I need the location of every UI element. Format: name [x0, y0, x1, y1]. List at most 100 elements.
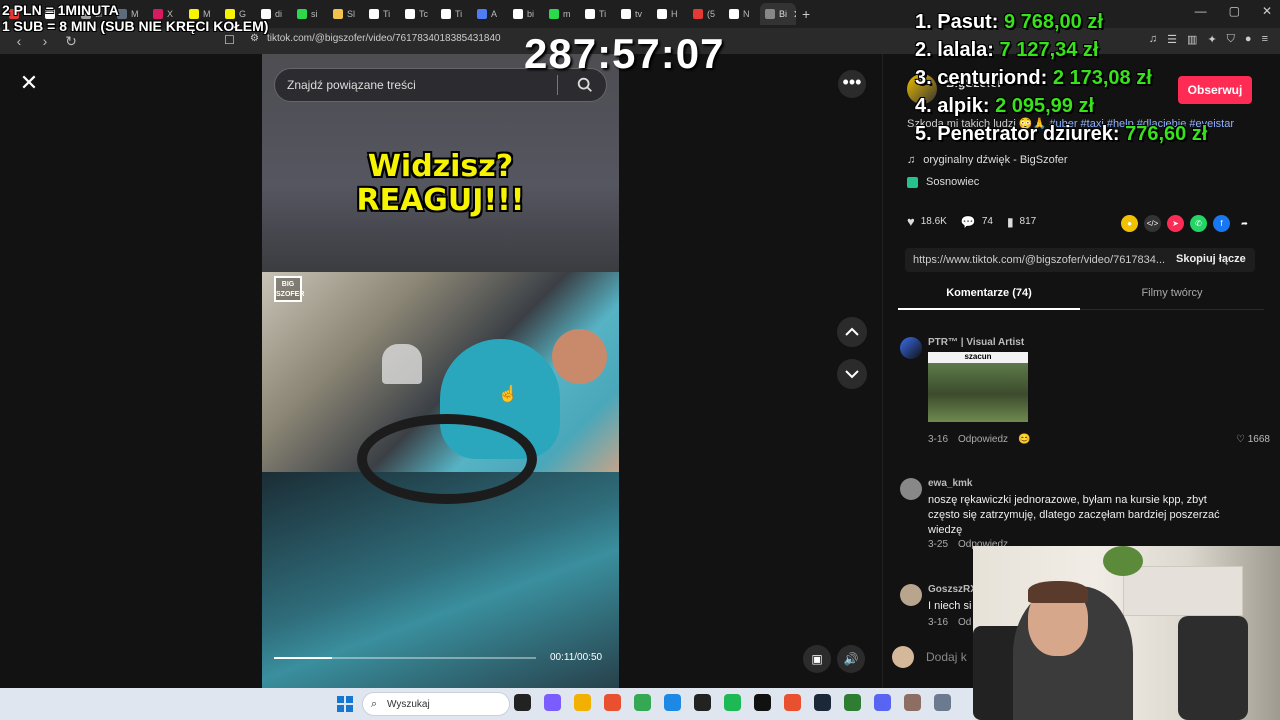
donation-leaderboard: 1. Pasut: 9 768,00 zł 2. lalala: 7 127,34…: [915, 8, 1207, 148]
maximize-icon[interactable]: ▢: [1229, 4, 1240, 18]
browser-tab[interactable]: m: [544, 3, 580, 25]
browser-tab[interactable]: Ti: [436, 3, 472, 25]
browser-tab[interactable]: si: [292, 3, 328, 25]
browser-tab[interactable]: N: [724, 3, 760, 25]
reload-icon[interactable]: ↻: [64, 33, 78, 50]
windows-start-icon[interactable]: [337, 696, 353, 712]
video-player[interactable]: Znajdź powiązane treści Widzisz? REAGUJ!…: [262, 54, 619, 688]
commenter-avatar[interactable]: [900, 478, 922, 500]
close-video-icon[interactable]: ✕: [16, 70, 42, 96]
browser-tab[interactable]: bi: [508, 3, 544, 25]
reply-link[interactable]: Odpowiedz: [958, 434, 1008, 445]
shield-icon[interactable]: ⛉: [1227, 33, 1235, 46]
taskbar-search[interactable]: ⌕ Wyszukaj: [362, 692, 510, 716]
taskbar-app-icon[interactable]: [874, 694, 891, 711]
commenter-name[interactable]: GoszszRX: [928, 584, 977, 595]
browser-tab[interactable]: tv: [616, 3, 652, 25]
car-seat: [382, 344, 422, 384]
video-link: https://www.tiktok.com/@bigszofer/video/…: [913, 254, 1166, 266]
like-button[interactable]: ♥ 18.6K: [907, 214, 947, 229]
browser-tab[interactable]: H: [652, 3, 688, 25]
previous-video-button[interactable]: [837, 317, 867, 347]
save-button[interactable]: ▮ 817: [1007, 215, 1036, 229]
volume-button[interactable]: 🔊: [837, 645, 865, 673]
search-icon[interactable]: [576, 76, 594, 94]
taskbar-app-icon[interactable]: [844, 694, 861, 711]
commenter-name[interactable]: PTR™ | Visual Artist: [928, 337, 1024, 348]
taskbar-app-icon[interactable]: [934, 694, 951, 711]
extension-icon[interactable]: ✦: [1207, 33, 1216, 46]
share-icon[interactable]: ➦: [1236, 215, 1253, 232]
copy-link-button[interactable]: Skopiuj łącze: [1176, 253, 1246, 265]
taskbar-app-icon[interactable]: [784, 694, 801, 711]
add-comment-input[interactable]: Dodaj k: [926, 650, 967, 664]
back-icon[interactable]: ‹: [12, 33, 26, 49]
music-note-icon: ♫: [907, 154, 916, 166]
leaderboard-name: lalala:: [937, 39, 994, 61]
heart-icon: ♥: [907, 214, 915, 229]
tab-favicon: [585, 9, 595, 19]
taskbar-app-icon[interactable]: [814, 694, 831, 711]
comment-button[interactable]: 💬 74: [961, 215, 993, 229]
tab-label: Sl: [347, 9, 356, 19]
tab-creator-videos[interactable]: Filmy twórcy: [1080, 282, 1264, 299]
next-video-button[interactable]: [837, 359, 867, 389]
browser-tab[interactable]: (5: [688, 3, 724, 25]
webcam-plant: [1103, 546, 1143, 576]
my-avatar: [892, 646, 914, 668]
browser-tab[interactable]: Tc: [400, 3, 436, 25]
tab-label: si: [311, 9, 318, 19]
leaderboard-amount: 2 173,08 zł: [1052, 67, 1152, 89]
whatsapp-icon[interactable]: ✆: [1190, 215, 1207, 232]
taskbar-app-icon[interactable]: [634, 694, 651, 711]
video-caption: Widzisz? REAGUJ!!!: [262, 150, 619, 218]
caption-line-2: REAGUJ!!!: [356, 183, 525, 218]
browser-tab[interactable]: A: [472, 3, 508, 25]
comment-likes[interactable]: ♡ 1668: [1236, 434, 1270, 445]
browser-tab[interactable]: Ti: [580, 3, 616, 25]
leaderboard-rank: 2.: [915, 39, 932, 61]
bookmark-icon[interactable]: ☐: [224, 33, 235, 47]
location-link[interactable]: Sosnowiec: [907, 176, 979, 188]
engagement-bar: ♥ 18.6K 💬 74 ▮ 817: [907, 214, 1036, 229]
tab-comments[interactable]: Komentarze (74): [898, 282, 1080, 310]
browser-tab[interactable]: Sl: [328, 3, 364, 25]
close-tab-icon[interactable]: ✕: [793, 8, 796, 21]
tab-active[interactable]: Bi ✕: [760, 3, 796, 25]
url-field[interactable]: ⚙ tiktok.com/@bigszofer/video/7617834018…: [250, 33, 501, 44]
commenter-avatar[interactable]: [900, 584, 922, 606]
menu-icon[interactable]: ≡: [1262, 33, 1268, 46]
browser-tab[interactable]: Ti: [364, 3, 400, 25]
screen: ulMXMGdisiSlTiTcTiAbimTitvH(5N Bi ✕ + — …: [0, 0, 1280, 720]
taskbar-app-icon[interactable]: [604, 694, 621, 711]
new-tab-button[interactable]: +: [802, 6, 810, 22]
commenter-name[interactable]: ewa_kmk: [928, 478, 972, 489]
reply-link[interactable]: Od: [958, 617, 971, 628]
video-progress-bar[interactable]: [274, 657, 536, 659]
taskbar-app-icon[interactable]: [694, 694, 711, 711]
mini-player-button[interactable]: ▣: [803, 645, 831, 673]
leaderboard-row: 1. Pasut: 9 768,00 zł: [915, 8, 1207, 36]
sound-link[interactable]: ♫ oryginalny dźwięk - BigSzofer: [907, 154, 1068, 166]
search-placeholder: Znajdź powiązane treści: [287, 78, 416, 92]
coin-icon[interactable]: ●: [1121, 215, 1138, 232]
taskbar-app-icon[interactable]: [514, 694, 531, 711]
embed-icon[interactable]: </>: [1144, 215, 1161, 232]
tab-favicon: [405, 9, 415, 19]
taskbar-app-icon[interactable]: [664, 694, 681, 711]
send-icon[interactable]: ➤: [1167, 215, 1184, 232]
like-count: 18.6K: [920, 216, 947, 227]
commenter-avatar[interactable]: [900, 337, 922, 359]
taskbar-app-icon[interactable]: [904, 694, 921, 711]
close-window-icon[interactable]: ✕: [1262, 4, 1272, 18]
taskbar-app-icon[interactable]: [754, 694, 771, 711]
forward-icon[interactable]: ›: [38, 33, 52, 49]
profile-icon[interactable]: ●: [1245, 33, 1252, 46]
taskbar-app-icon[interactable]: [544, 694, 561, 711]
comment-icon: 💬: [960, 214, 976, 229]
site-info-icon[interactable]: ⚙: [250, 33, 259, 44]
taskbar-app-icon[interactable]: [574, 694, 591, 711]
facebook-icon[interactable]: f: [1213, 215, 1230, 232]
taskbar-app-icon[interactable]: [724, 694, 741, 711]
more-options-icon[interactable]: •••: [838, 70, 866, 98]
